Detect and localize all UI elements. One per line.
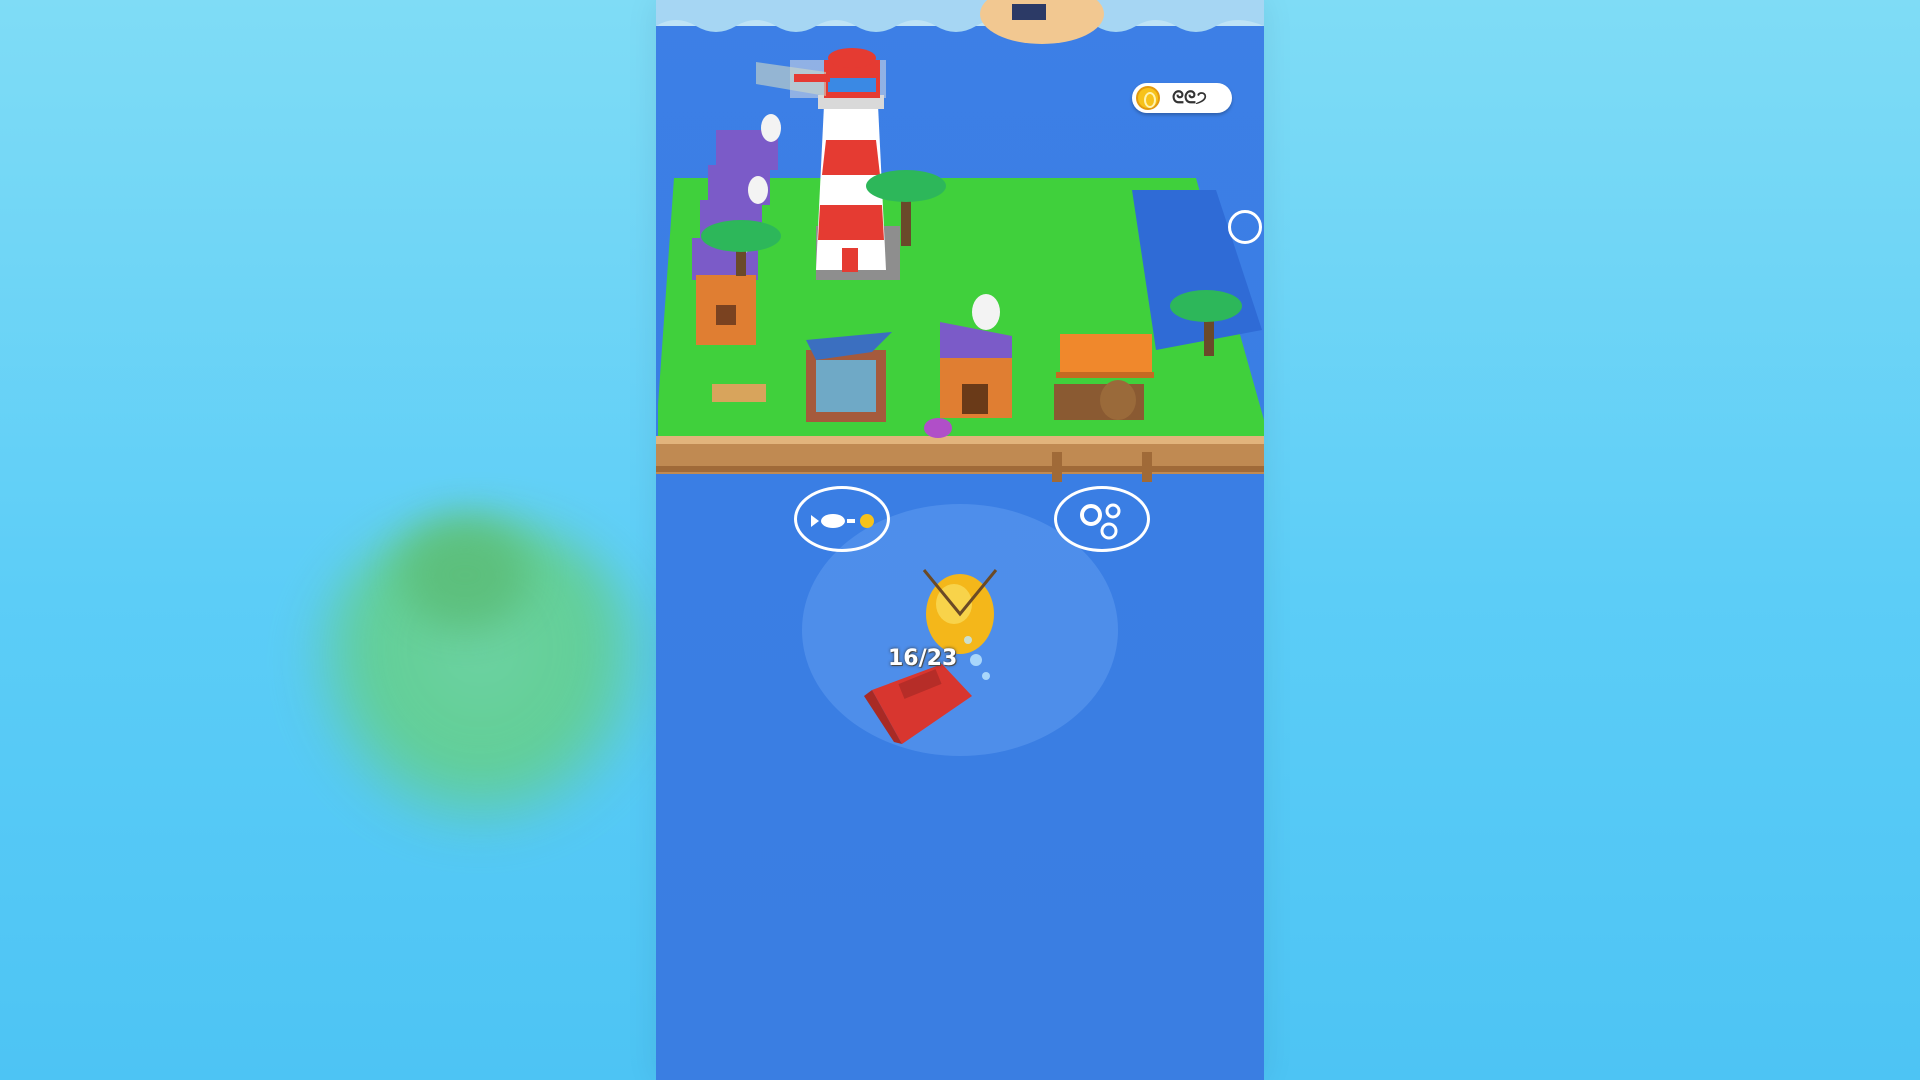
dock-post	[1052, 452, 1062, 482]
coin-icon	[1136, 86, 1160, 110]
top-shore	[656, 0, 1264, 44]
game-viewport[interactable]: ᘓᘓ੭ 16/23	[656, 0, 1264, 1080]
fish-to-coin-icon	[811, 514, 874, 528]
pond-action-button[interactable]	[1228, 210, 1262, 244]
cargo-counter: 16/23	[888, 646, 958, 671]
workbench	[1054, 334, 1154, 420]
coin-counter: ᘓᘓ੭	[1132, 83, 1232, 113]
dock-post	[1142, 452, 1152, 482]
crab	[924, 418, 952, 438]
coin-amount: ᘓᘓ੭	[1172, 88, 1207, 108]
gears-icon	[1080, 503, 1121, 540]
background-tree	[400, 520, 530, 630]
upgrade-button[interactable]	[1054, 486, 1150, 552]
sell-fish-button[interactable]	[794, 486, 890, 552]
game-scene	[656, 0, 1264, 756]
bench	[712, 384, 766, 402]
